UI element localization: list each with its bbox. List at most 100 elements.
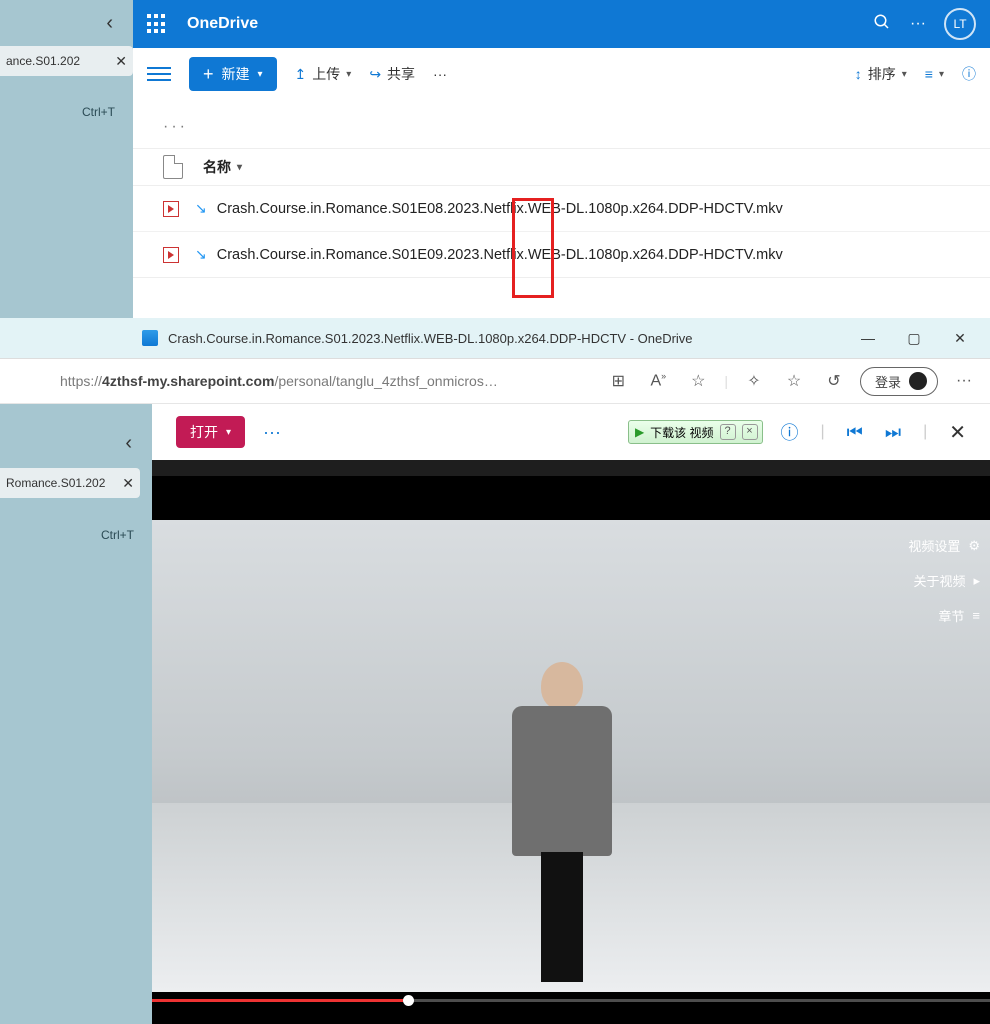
open-button-label: 打开 <box>190 422 218 442</box>
video-file-icon <box>163 247 179 263</box>
file-row[interactable]: ↘ Crash.Course.in.Romance.S01E09.2023.Ne… <box>133 232 990 278</box>
onedrive-favicon-icon <box>142 330 158 346</box>
maximize-button[interactable]: ▢ <box>896 330 932 347</box>
dismiss-icon[interactable]: × <box>742 424 758 440</box>
new-tab-shortcut: Ctrl+T <box>101 528 134 542</box>
read-aloud-icon[interactable]: A» <box>644 371 672 390</box>
new-tab-shortcut: Ctrl+T <box>82 105 115 119</box>
download-banner-label: 下载该 视频 <box>650 424 713 441</box>
upload-button[interactable]: ↥ 上传 ▾ <box>295 64 352 84</box>
about-video-button[interactable]: 关于视频 ▸ <box>884 571 980 590</box>
video-person-silhouette <box>512 662 612 982</box>
share-icon: ↪ <box>369 66 381 83</box>
browser-title-text: Crash.Course.in.Romance.S01.2023.Netflix… <box>168 331 693 346</box>
left-sidebar-bottom: ‹ Romance.S01.202 ✕ Ctrl+T <box>0 404 152 1024</box>
file-name: Crash.Course.in.Romance.S01E08.2023.Netf… <box>217 201 783 217</box>
column-name-label: 名称 <box>203 157 231 177</box>
download-banner[interactable]: ▶ 下载该 视频 ? × <box>628 420 763 444</box>
close-button[interactable]: ✕ <box>942 330 978 347</box>
video-frame <box>152 520 990 992</box>
settings-icon: ⚙ <box>968 538 980 554</box>
close-icon[interactable]: ✕ <box>949 420 966 445</box>
column-name[interactable]: 名称 ▾ <box>203 157 242 177</box>
chevron-down-icon: ▾ <box>939 69 944 80</box>
login-label: 登录 <box>875 372 901 391</box>
address-bar[interactable]: https://4zthsf-my.sharepoint.com/persona… <box>60 373 498 389</box>
app-launcher-icon[interactable] <box>147 14 167 34</box>
video-letterbox-top <box>152 460 990 476</box>
hamburger-icon[interactable] <box>147 67 171 81</box>
left-sidebar-top: ‹ ance.S01.202 ✕ Ctrl+T <box>0 0 133 318</box>
progress-bar[interactable] <box>152 999 990 1002</box>
player-command-bar: 打开 ▾ ··· ▶ 下载该 视频 ? × ⓘ | ⏮ ⏭ | ✕ <box>152 404 990 460</box>
file-row[interactable]: ↘ Crash.Course.in.Romance.S01E08.2023.Ne… <box>133 186 990 232</box>
breadcrumb-ellipsis[interactable]: ··· <box>133 100 990 148</box>
profile-dot-icon <box>909 372 927 390</box>
apps-icon[interactable]: ⊞ <box>604 371 632 391</box>
help-icon[interactable]: ? <box>720 424 736 440</box>
back-icon[interactable]: ‹ <box>125 432 132 455</box>
new-button[interactable]: + 新建 ▾ <box>189 57 277 91</box>
menu-icon[interactable]: ··· <box>950 372 978 390</box>
play-box-icon: ▸ <box>973 573 980 589</box>
list-view-icon: ≡ <box>925 66 933 82</box>
login-button[interactable]: 登录 <box>860 367 938 396</box>
info-icon[interactable]: ⓘ <box>962 64 976 84</box>
info-icon[interactable]: ⓘ <box>781 419 799 445</box>
sidebar-tab-label: Romance.S01.202 <box>6 476 105 490</box>
sync-icon: ↘ <box>195 200 207 217</box>
history-icon[interactable]: ↺ <box>820 371 848 391</box>
progress-fill <box>152 999 403 1002</box>
search-icon[interactable] <box>864 13 900 36</box>
close-icon[interactable]: ✕ <box>122 475 134 492</box>
list-header: 名称 ▾ <box>133 148 990 186</box>
file-name: Crash.Course.in.Romance.S01E09.2023.Netf… <box>217 247 783 263</box>
upload-icon: ↥ <box>295 66 307 83</box>
share-label: 共享 <box>387 64 415 84</box>
chevron-down-icon: ▾ <box>237 162 242 173</box>
video-stage[interactable]: 视频设置 ⚙ 关于视频 ▸ 章节 ≡ <box>152 460 990 1024</box>
upload-label: 上传 <box>312 64 340 84</box>
close-icon[interactable]: ✕ <box>115 53 127 70</box>
sidebar-tab-label: ance.S01.202 <box>6 54 80 68</box>
file-type-icon <box>163 155 183 179</box>
overflow-button[interactable]: ··· <box>433 66 447 82</box>
onedrive-header: OneDrive ··· LT <box>133 0 990 48</box>
browser-window: Crash.Course.in.Romance.S01.2023.Netflix… <box>0 318 990 1024</box>
onedrive-area: OneDrive ··· LT + 新建 ▾ ↥ 上传 ▾ ↪ 共享 <box>133 0 990 318</box>
sort-button[interactable]: ↕ 排序 ▾ <box>855 64 907 84</box>
chevron-down-icon: ▾ <box>902 69 907 80</box>
prev-track-icon[interactable]: ⏮ <box>847 422 863 443</box>
sort-icon: ↕ <box>855 66 862 82</box>
browser-toolbar: https://4zthsf-my.sharepoint.com/persona… <box>0 358 990 404</box>
avatar[interactable]: LT <box>944 8 976 40</box>
back-icon[interactable]: ‹ <box>106 12 113 35</box>
progress-knob[interactable] <box>403 995 414 1006</box>
chapters-button[interactable]: 章节 ≡ <box>884 606 980 625</box>
video-file-icon <box>163 201 179 217</box>
play-icon: ▶ <box>635 425 644 439</box>
minimize-button[interactable]: — <box>850 330 886 346</box>
more-icon[interactable]: ··· <box>900 15 936 33</box>
chevron-down-icon: ▾ <box>226 427 231 438</box>
sync-icon: ↘ <box>195 246 207 263</box>
sidebar-tab-top[interactable]: ance.S01.202 ✕ <box>0 46 133 76</box>
more-icon[interactable]: ··· <box>263 422 281 443</box>
next-track-icon[interactable]: ⏭ <box>885 422 901 443</box>
favorites-bar-icon[interactable]: ☆ <box>780 371 808 391</box>
favorite-icon[interactable]: ☆ <box>684 371 712 391</box>
onedrive-window: ‹ ance.S01.202 ✕ Ctrl+T OneDrive ··· LT … <box>0 0 990 318</box>
player-body: ‹ Romance.S01.202 ✕ Ctrl+T 打开 ▾ ··· ▶ 下载… <box>0 404 990 1024</box>
sidebar-tab-bottom[interactable]: Romance.S01.202 ✕ <box>0 468 140 498</box>
view-button[interactable]: ≡ ▾ <box>925 66 944 82</box>
new-button-label: 新建 <box>222 64 250 84</box>
player-main: 打开 ▾ ··· ▶ 下载该 视频 ? × ⓘ | ⏮ ⏭ | ✕ <box>152 404 990 1024</box>
share-button[interactable]: ↪ 共享 <box>369 64 415 84</box>
command-bar: + 新建 ▾ ↥ 上传 ▾ ↪ 共享 ··· ↕ 排序 ▾ ≡ ▾ <box>133 48 990 100</box>
video-settings-button[interactable]: 视频设置 ⚙ <box>884 536 980 555</box>
plus-icon: + <box>203 65 214 83</box>
extensions-icon[interactable]: ✧ <box>740 371 768 391</box>
open-button[interactable]: 打开 ▾ <box>176 416 245 448</box>
video-overlay-menu: 视频设置 ⚙ 关于视频 ▸ 章节 ≡ <box>874 520 990 641</box>
sort-label: 排序 <box>868 64 896 84</box>
